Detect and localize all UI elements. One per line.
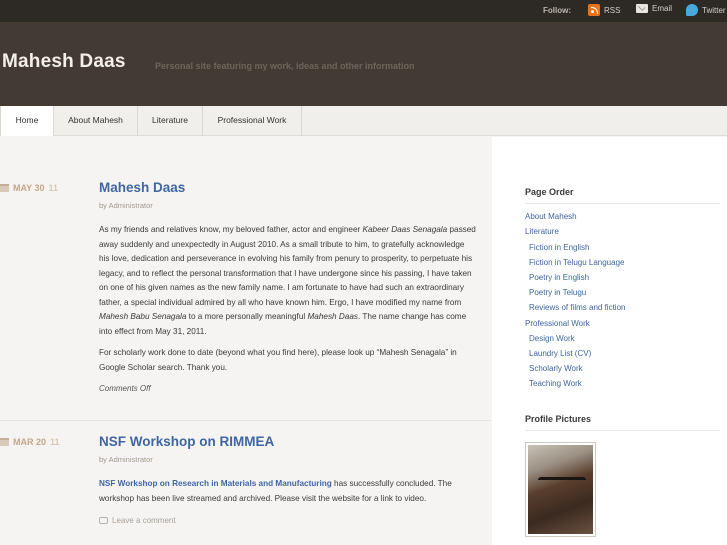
sidebar-divider: [525, 430, 720, 431]
post-date-day: 11: [48, 183, 59, 193]
sidebar-link-fiction-english[interactable]: Fiction in English: [529, 243, 589, 252]
profile-picture[interactable]: [525, 442, 596, 537]
post-title[interactable]: NSF Workshop on RIMMEA: [99, 434, 274, 449]
email-label: Email: [652, 4, 673, 13]
site-tagline: Personal site featuring my work, ideas a…: [155, 61, 415, 71]
sidebar-link-fiction-telugu[interactable]: Fiction in Telugu Language: [529, 258, 624, 267]
post-date-month: MAY 30: [13, 183, 45, 193]
profile-photo: [528, 445, 593, 534]
twitter-icon: [686, 4, 698, 16]
post-title[interactable]: Mahesh Daas: [99, 180, 185, 195]
leave-comment-label: Leave a comment: [112, 516, 176, 525]
sidebar-link-professional-work[interactable]: Professional Work: [525, 319, 590, 328]
sidebar-link-literature[interactable]: Literature: [525, 227, 559, 236]
follow-label: Follow:: [543, 6, 571, 15]
sidebar-divider: [525, 203, 720, 204]
nav-professional-work[interactable]: Professional Work: [203, 106, 302, 136]
workshop-link[interactable]: NSF Workshop on Research in Materials an…: [99, 479, 332, 488]
leave-comment-link[interactable]: Leave a comment: [99, 516, 176, 525]
nav-home[interactable]: Home: [0, 106, 54, 136]
twitter-label: Twitter: [702, 5, 726, 15]
sidebar-link-design-work[interactable]: Design Work: [529, 334, 575, 343]
sidebar: Page Order About Mahesh Literature Ficti…: [492, 137, 727, 545]
profile-pictures-heading: Profile Pictures: [525, 414, 592, 424]
sidebar-link-poetry-telugu[interactable]: Poetry in Telugu: [529, 288, 586, 297]
page-order-heading: Page Order: [525, 187, 574, 197]
sidebar-link-poetry-english[interactable]: Poetry in English: [529, 273, 589, 282]
calendar-icon: [0, 438, 9, 446]
glasses-shape: [538, 477, 586, 487]
twitter-link[interactable]: Twitter: [686, 4, 726, 16]
site-title[interactable]: Mahesh Daas: [2, 51, 126, 73]
nav-about-mahesh[interactable]: About Mahesh: [54, 106, 138, 136]
comment-bubble-icon: [99, 517, 108, 524]
site-header: Mahesh Daas Personal site featuring my w…: [0, 22, 727, 106]
post-divider: [0, 420, 491, 421]
nav-literature[interactable]: Literature: [138, 106, 203, 136]
sidebar-link-laundry-list[interactable]: Laundry List (CV): [529, 349, 591, 358]
top-bar: Follow: RSS Email Twitter: [0, 0, 727, 22]
rss-icon: [588, 4, 600, 16]
post-byline: by Administrator: [99, 201, 153, 210]
post-paragraph: NSF Workshop on Research in Materials an…: [99, 479, 452, 503]
comments-status: Comments Off: [99, 384, 151, 393]
post-byline: by Administrator: [99, 455, 153, 464]
post-paragraph: As my friends and relatives know, my bel…: [99, 225, 476, 336]
email-link[interactable]: Email: [636, 4, 672, 13]
post-date: MAY 30 11: [0, 183, 58, 193]
email-icon: [636, 4, 648, 13]
post-paragraph-scholar: For scholarly work done to date (beyond …: [99, 348, 457, 372]
sidebar-link-reviews[interactable]: Reviews of films and fiction: [529, 303, 625, 312]
post-date: MAR 20 11: [0, 437, 60, 447]
sidebar-link-teaching-work[interactable]: Teaching Work: [529, 379, 582, 388]
post-date-month: MAR 20: [13, 437, 47, 447]
sidebar-link-scholarly-work[interactable]: Scholarly Work: [529, 364, 583, 373]
calendar-icon: [0, 184, 9, 192]
rss-link[interactable]: RSS: [588, 4, 620, 16]
sidebar-link-about-mahesh[interactable]: About Mahesh: [525, 212, 577, 221]
post-date-day: 11: [50, 437, 60, 447]
main-nav: Home About Mahesh Literature Professiona…: [0, 106, 727, 136]
rss-label: RSS: [604, 5, 621, 15]
